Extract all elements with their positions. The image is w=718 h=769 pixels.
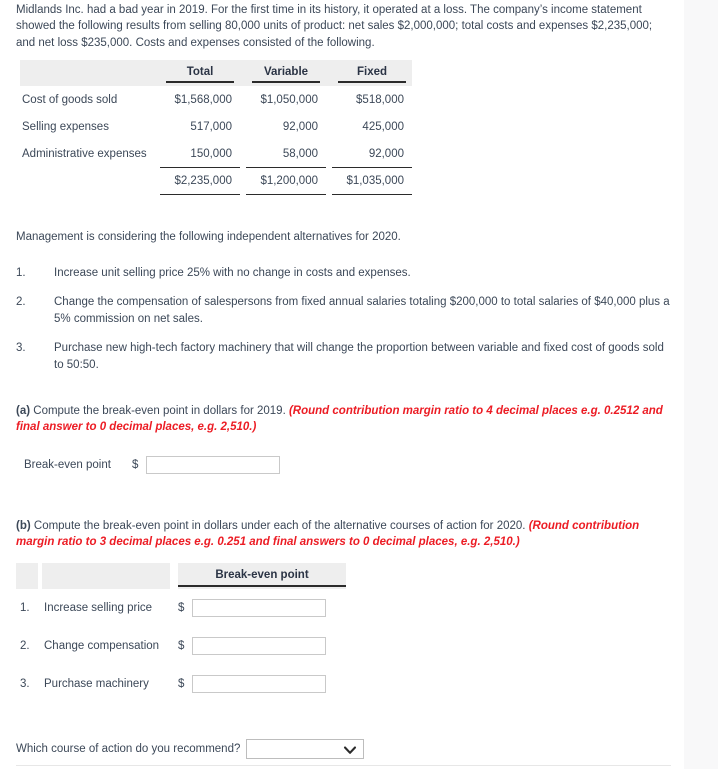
part-a-label: (a) (16, 405, 31, 417)
part-b-prompt: (b) Compute the break-even point in doll… (16, 518, 676, 551)
alternative-text: Increase unit selling price 25% with no … (54, 267, 411, 279)
answer-row-input-cell: $ (178, 665, 346, 703)
part-b-text: Compute the break-even point in dollars … (30, 520, 529, 532)
alternative-number: 3. (16, 342, 26, 355)
cost-row-label: Selling expenses (22, 120, 109, 133)
alternative-number: 2. (16, 296, 26, 309)
list-item: 3. Purchase new high-tech factory machin… (16, 340, 671, 373)
costs-total-variable: $1,200,000 (246, 167, 326, 195)
answer-header-break-even-label: Break-even point (178, 566, 346, 587)
answer-row-number: 1. (20, 602, 30, 614)
cost-row-fixed: 425,000 (362, 120, 404, 133)
answer-row-name: Purchase machinery (44, 678, 149, 690)
recommendation-selected-value (247, 740, 363, 742)
costs-header-fixed-label: Fixed (338, 64, 406, 83)
table-row: 3. Purchase machinery $ (16, 665, 346, 703)
costs-total-total: $2,235,000 (160, 167, 240, 195)
costs-header-variable-label: Variable (252, 64, 320, 83)
cost-row-variable: 92,000 (282, 120, 318, 133)
answer-table-body: 1. Increase selling price $ 2. Change co… (16, 589, 346, 703)
costs-header-blank (20, 60, 160, 86)
cell-spacer (170, 589, 178, 627)
currency-symbol: $ (132, 459, 139, 471)
costs-total-fixed: $1,035,000 (332, 167, 412, 195)
cost-row-label: Cost of goods sold (22, 93, 118, 106)
answer-row-number: 2. (20, 640, 30, 652)
answer-row-name: Change compensation (44, 640, 160, 652)
costs-table-body: Cost of goods sold $1,568,000 $1,050,000… (20, 86, 412, 195)
answer-row-number: 3. (20, 678, 30, 690)
intro-paragraph: Midlands Inc. had a bad year in 2019. Fo… (16, 4, 653, 49)
answer-input-wrapper: $ (178, 599, 346, 617)
table-row: Administrative expenses 150,000 58,000 9… (20, 140, 412, 168)
answer-header-num (16, 563, 38, 589)
alternative-text: Change the compensation of salespersons … (54, 296, 670, 325)
answer-header-gap (170, 563, 178, 589)
answer-header-break-even: Break-even point (178, 563, 346, 589)
answer-table-head: Break-even point (16, 563, 346, 589)
recommendation-row: Which course of action do you recommend? (16, 739, 365, 759)
cost-row-label: Administrative expenses (22, 147, 147, 160)
alternatives-list: 1. Increase unit selling price 25% with … (16, 265, 671, 386)
costs-table: Total Variable Fixed Cost of goods sold … (20, 60, 412, 195)
cost-row-variable: 58,000 (282, 147, 318, 160)
costs-header-row: Total Variable Fixed (20, 60, 412, 86)
part-a-answer-row: Break-even point $ (24, 456, 280, 474)
cost-row-variable: $1,050,000 (260, 93, 318, 106)
table-row: Selling expenses 517,000 92,000 425,000 (20, 113, 412, 140)
list-item: 2. Change the compensation of salesperso… (16, 294, 671, 327)
part-a-prompt: (a) Compute the break-even point in doll… (16, 403, 676, 436)
cost-row-total: $1,568,000 (174, 93, 232, 106)
costs-header-fixed: Fixed (332, 60, 412, 86)
answer-row-input-cell: $ (178, 589, 346, 627)
part-b-label: (b) (16, 520, 31, 532)
costs-total-label (20, 168, 160, 195)
alternative-text: Purchase new high-tech factory machinery… (54, 342, 664, 371)
management-lead-text: Management is considering the following … (16, 231, 401, 243)
table-row: 2. Change compensation $ (16, 627, 346, 665)
list-item: 1. Increase unit selling price 25% with … (16, 265, 671, 281)
costs-table-head: Total Variable Fixed (20, 60, 412, 86)
answer-row-input-cell: $ (178, 627, 346, 665)
recommendation-select[interactable] (246, 739, 365, 759)
cost-row-total: 150,000 (190, 147, 232, 160)
break-even-input-purchase-machinery[interactable] (192, 675, 326, 693)
answer-input-wrapper: $ (178, 675, 346, 693)
costs-total-row: $2,235,000 $1,200,000 $1,035,000 (20, 167, 412, 195)
currency-symbol: $ (178, 640, 185, 652)
currency-symbol: $ (178, 602, 185, 614)
costs-header-variable: Variable (246, 60, 326, 86)
cell-spacer (170, 627, 178, 665)
costs-header-total: Total (160, 60, 240, 86)
question-page: Midlands Inc. had a bad year in 2019. Fo… (0, 0, 684, 769)
recommendation-label: Which course of action do you recommend? (16, 743, 241, 755)
answer-header-name (42, 563, 170, 589)
break-even-input-increase-selling-price[interactable] (192, 599, 326, 617)
break-even-point-input[interactable] (146, 456, 280, 474)
part-a-text: Compute the break-even point in dollars … (30, 405, 289, 417)
alternative-number: 1. (16, 267, 26, 279)
cell-spacer (170, 665, 178, 703)
answer-row-name: Increase selling price (44, 602, 153, 614)
costs-header-total-label: Total (166, 64, 234, 83)
cost-row-total: 517,000 (190, 120, 232, 133)
answer-input-wrapper: $ (178, 637, 346, 655)
alternatives-answer-table: Break-even point 1. Increase selling pri… (16, 563, 346, 703)
break-even-point-label: Break-even point (24, 459, 111, 471)
cost-row-fixed: 92,000 (368, 147, 404, 160)
currency-symbol: $ (178, 678, 185, 690)
table-row: Cost of goods sold $1,568,000 $1,050,000… (20, 86, 412, 113)
bottom-divider (16, 765, 671, 766)
table-row: 1. Increase selling price $ (16, 589, 346, 627)
break-even-input-change-compensation[interactable] (192, 637, 326, 655)
answer-header-row: Break-even point (16, 563, 346, 589)
chevron-down-icon (343, 743, 357, 757)
cost-row-fixed: $518,000 (356, 93, 404, 106)
